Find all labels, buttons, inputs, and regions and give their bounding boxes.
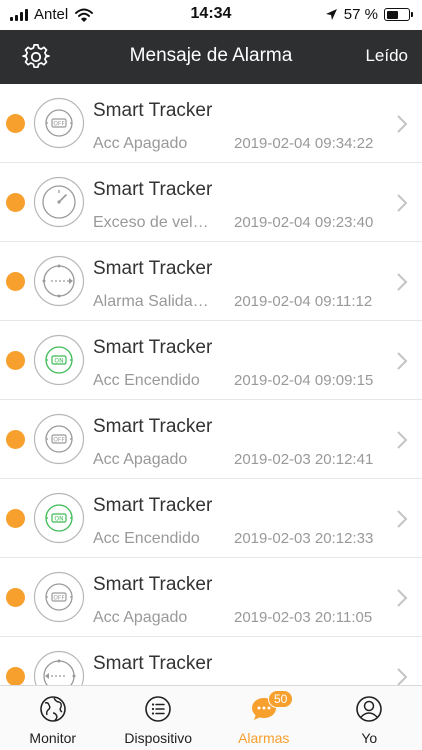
tab-yo[interactable]: Yo	[317, 686, 422, 750]
chevron-right-icon	[397, 431, 408, 449]
mark-read-button[interactable]: Leído	[365, 46, 408, 66]
tab-label: Alarmas	[238, 730, 290, 746]
status-right: 57 %	[325, 6, 413, 23]
svg-text:OFF: OFF	[53, 595, 65, 602]
speedometer-icon	[33, 176, 85, 228]
tab-label: Monitor	[29, 730, 77, 746]
list-icon	[145, 696, 172, 722]
alarm-list[interactable]: OFF Smart Tracker Acc Apagado 2019-02-04…	[0, 84, 422, 685]
nav-bar: Mensaje de Alarma Leído	[0, 30, 422, 84]
svg-text:OFF: OFF	[53, 121, 65, 128]
alarm-device-name: Smart Tracker	[93, 574, 213, 595]
alarm-device-name: Smart Tracker	[93, 495, 213, 516]
chevron-right-icon	[397, 668, 408, 685]
unread-dot	[6, 272, 25, 291]
alarm-type: Acc Encendido	[93, 530, 200, 547]
unread-dot	[6, 351, 25, 370]
geofence-exit-icon	[33, 255, 85, 307]
alarm-row[interactable]: OFF Smart Tracker Acc Apagado 2019-02-03…	[0, 400, 422, 479]
battery-percent: 57 %	[343, 6, 378, 23]
alarm-device-name: Smart Tracker	[93, 416, 213, 437]
person-icon	[356, 696, 383, 722]
alarm-device-name: Smart Tracker	[93, 258, 213, 279]
alarm-count-badge: 50	[267, 690, 294, 708]
alarm-row[interactable]: OFF Smart Tracker Acc Apagado 2019-02-03…	[0, 558, 422, 637]
chevron-right-icon	[397, 352, 408, 370]
alarm-row[interactable]: Smart Tracker Alarma Salida… 2019-02-04 …	[0, 242, 422, 321]
chevron-right-icon	[397, 510, 408, 528]
unread-dot	[6, 588, 25, 607]
svg-text:OFF: OFF	[53, 437, 65, 444]
tab-label: Yo	[361, 730, 378, 746]
alarm-time: 2019-02-04 09:23:40	[234, 214, 374, 231]
alarm-time: 2019-02-04 09:34:22	[234, 135, 374, 152]
unread-dot	[6, 430, 25, 449]
tab-bar: Monitor Dispositivo 50 Alarmas Yo	[0, 685, 422, 750]
acc-off-icon: OFF	[33, 413, 85, 465]
alarm-device-name: Smart Tracker	[93, 337, 213, 358]
acc-off-icon: OFF	[33, 97, 85, 149]
svg-text:ON: ON	[54, 358, 63, 365]
battery-icon	[384, 8, 413, 21]
chevron-right-icon	[397, 273, 408, 291]
page-title: Mensaje de Alarma	[129, 45, 293, 66]
tab-alarmas[interactable]: 50 Alarmas	[211, 686, 317, 750]
acc-on-icon: ON	[33, 492, 85, 544]
alarm-device-name: Smart Tracker	[93, 653, 213, 674]
unread-dot	[6, 114, 25, 133]
svg-text:ON: ON	[54, 516, 63, 523]
alarm-device-name: Smart Tracker	[93, 100, 213, 121]
unread-dot	[6, 193, 25, 212]
alarm-time: 2019-02-03 20:11:05	[234, 609, 373, 626]
alarm-time: 2019-02-04 09:11:12	[234, 293, 373, 310]
acc-off-icon: OFF	[33, 571, 85, 623]
alarm-type: Acc Apagado	[93, 135, 188, 152]
acc-on-icon: ON	[33, 334, 85, 386]
alarm-device-name: Smart Tracker	[93, 179, 213, 200]
tab-monitor[interactable]: Monitor	[0, 686, 106, 750]
location-arrow-icon	[325, 9, 337, 20]
alarm-type: Alarma Salida…	[93, 293, 209, 310]
chevron-right-icon	[397, 589, 408, 607]
status-bar: Antel 14:34 57 %	[0, 0, 422, 30]
alarm-type: Acc Apagado	[93, 451, 188, 468]
alarm-row[interactable]: ON Smart Tracker Acc Encendido 2019-02-0…	[0, 321, 422, 400]
unread-dot	[6, 509, 25, 528]
alarm-type: Acc Encendido	[93, 372, 200, 389]
alarm-type: Acc Apagado	[93, 609, 188, 626]
geofence-enter-icon	[33, 650, 85, 685]
chevron-right-icon	[397, 194, 408, 212]
alarm-type: Exceso de vel…	[93, 214, 209, 231]
alarm-time: 2019-02-04 09:09:15	[234, 372, 374, 389]
alarm-row[interactable]: Smart Tracker Exceso de vel… 2019-02-04 …	[0, 163, 422, 242]
alarm-time: 2019-02-03 20:12:41	[234, 451, 374, 468]
alarm-row[interactable]: Smart Tracker	[0, 637, 422, 685]
alarm-time: 2019-02-03 20:12:33	[234, 530, 374, 547]
alarm-row[interactable]: ON Smart Tracker Acc Encendido 2019-02-0…	[0, 479, 422, 558]
chevron-right-icon	[397, 115, 408, 133]
tab-dispositivo[interactable]: Dispositivo	[106, 686, 212, 750]
globe-icon	[39, 696, 66, 722]
tab-label: Dispositivo	[124, 730, 193, 746]
unread-dot	[6, 667, 25, 685]
alarm-row[interactable]: OFF Smart Tracker Acc Apagado 2019-02-04…	[0, 84, 422, 163]
